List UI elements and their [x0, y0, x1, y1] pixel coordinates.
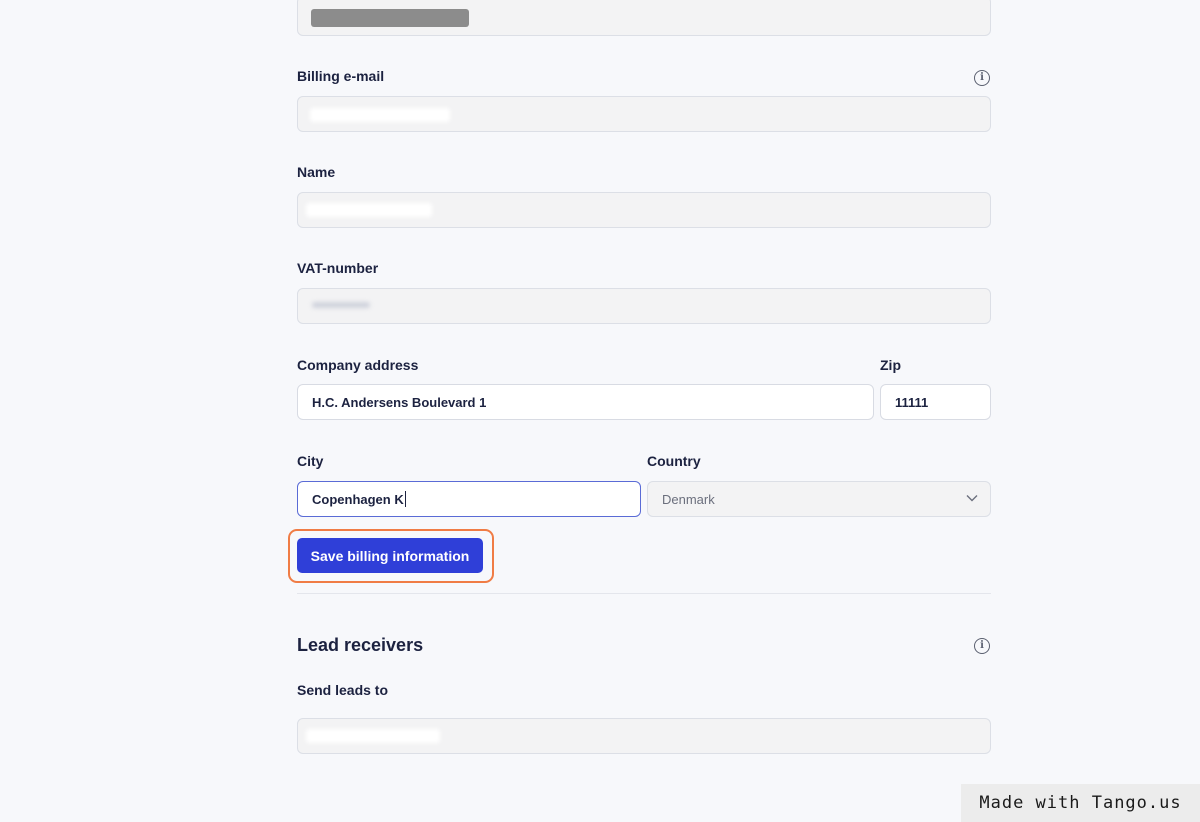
redacted-value — [310, 108, 450, 122]
city-label: City — [297, 453, 324, 469]
tango-watermark: Made with Tango.us — [961, 784, 1200, 822]
zip-field[interactable]: 11111 — [880, 384, 991, 420]
chevron-down-icon — [966, 495, 978, 502]
redacted-value — [306, 729, 440, 743]
country-select[interactable]: Denmark — [647, 481, 991, 517]
name-label: Name — [297, 164, 336, 180]
redacted-value — [306, 203, 432, 217]
top-field[interactable] — [297, 0, 991, 36]
billing-email-field[interactable] — [297, 96, 991, 132]
name-field[interactable] — [297, 192, 991, 228]
info-icon[interactable]: i — [974, 70, 990, 86]
zip-label: Zip — [880, 357, 901, 373]
info-icon[interactable]: i — [974, 638, 990, 654]
vat-number-label: VAT-number — [297, 260, 379, 276]
company-address-field[interactable]: H.C. Andersens Boulevard 1 — [297, 384, 874, 420]
send-leads-field[interactable] — [297, 718, 991, 754]
redacted-value — [311, 9, 469, 27]
section-divider — [297, 593, 991, 594]
send-leads-label: Send leads to — [297, 682, 389, 698]
vat-number-field[interactable] — [297, 288, 991, 324]
country-label: Country — [647, 453, 701, 469]
lead-receivers-title: Lead receivers — [297, 635, 424, 655]
save-billing-button[interactable]: Save billing information — [297, 538, 483, 573]
city-field[interactable]: Copenhagen K — [297, 481, 641, 517]
billing-page: Billing e-mail i Name VAT-number Company… — [0, 0, 1200, 822]
billing-email-label: Billing e-mail — [297, 68, 385, 84]
company-address-label: Company address — [297, 357, 419, 373]
text-cursor — [404, 491, 406, 507]
redacted-value — [312, 302, 370, 308]
